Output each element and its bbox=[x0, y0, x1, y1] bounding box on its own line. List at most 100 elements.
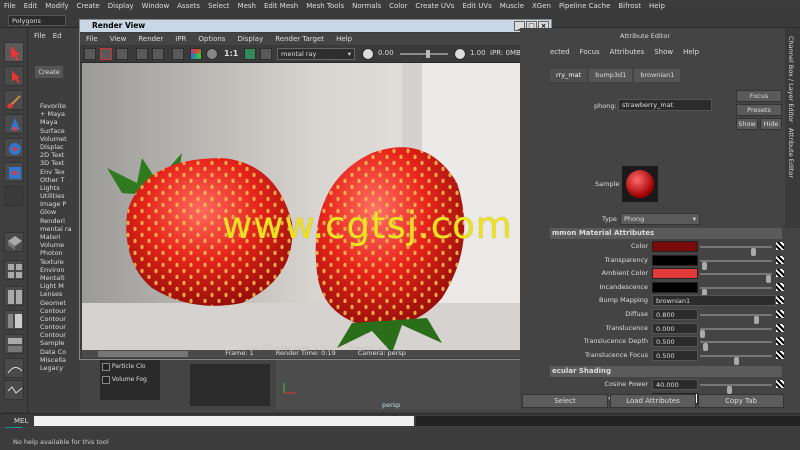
attr-slider[interactable] bbox=[700, 314, 772, 324]
ae-menu-item[interactable]: Attributes bbox=[610, 48, 645, 56]
type-dropdown[interactable]: Phong ▾ bbox=[620, 213, 700, 225]
timeline-layout-icon[interactable] bbox=[4, 380, 24, 400]
single-view-layout-icon[interactable] bbox=[4, 232, 24, 252]
tree-item[interactable]: Other T bbox=[40, 176, 80, 184]
map-texture-icon[interactable] bbox=[776, 269, 784, 278]
attr-value-field[interactable]: 0.800 bbox=[652, 309, 698, 320]
tree-item[interactable]: 2D Text bbox=[40, 151, 80, 159]
map-texture-icon[interactable] bbox=[776, 337, 784, 346]
rotate-tool-icon[interactable] bbox=[4, 138, 24, 158]
render-menu-item[interactable]: File bbox=[86, 33, 98, 45]
map-texture-icon[interactable] bbox=[776, 350, 784, 359]
render-view-window[interactable]: Render View _ □ × File View Render IPR Optio… bbox=[79, 19, 552, 360]
menu-item-edit[interactable]: Edit bbox=[24, 2, 38, 10]
attr-slider[interactable] bbox=[700, 286, 772, 297]
tree-item[interactable]: Surface bbox=[40, 127, 80, 135]
select-button[interactable]: Select bbox=[522, 394, 608, 408]
copy-tab-button[interactable]: Copy Tab bbox=[698, 394, 784, 408]
render-menu-item[interactable]: Display bbox=[237, 33, 263, 45]
tree-item[interactable]: Displac bbox=[40, 143, 80, 151]
hide-button[interactable]: Hide bbox=[760, 118, 782, 130]
slider-knob[interactable] bbox=[734, 356, 739, 365]
menu-item-bifrost[interactable]: Bifrost bbox=[618, 2, 641, 10]
tree-item[interactable]: 3D Text bbox=[40, 159, 80, 167]
attr-value-field[interactable]: brownian1 bbox=[652, 295, 776, 307]
menu-item-create[interactable]: Create bbox=[76, 2, 99, 10]
ae-menu-item[interactable]: Help bbox=[683, 48, 699, 56]
menu-item-mesh-tools[interactable]: Mesh Tools bbox=[306, 2, 344, 10]
focus-button[interactable]: Focus bbox=[736, 90, 782, 102]
color-swatch[interactable] bbox=[652, 254, 698, 266]
ae-menu-item[interactable]: Show bbox=[654, 48, 673, 56]
scale-tool-icon[interactable] bbox=[4, 162, 24, 182]
render-menu-item[interactable]: IPR bbox=[175, 33, 186, 45]
attr-slider[interactable] bbox=[700, 384, 772, 394]
render-menu-item[interactable]: Render Target bbox=[275, 33, 324, 45]
menu-item-display[interactable]: Display bbox=[108, 2, 134, 10]
menu-item-window[interactable]: Window bbox=[142, 2, 170, 10]
ae-tab[interactable]: brownian1 bbox=[634, 69, 681, 82]
menu-item-normals[interactable]: Normals bbox=[352, 2, 381, 10]
tree-item[interactable]: Env Tex bbox=[40, 168, 80, 176]
map-texture-icon[interactable] bbox=[776, 242, 784, 250]
attr-value-field[interactable]: 0.500 bbox=[652, 336, 698, 348]
exposure-value[interactable]: 0.00 bbox=[378, 49, 394, 57]
color-swatch[interactable] bbox=[652, 241, 698, 252]
attr-slider[interactable] bbox=[700, 327, 772, 338]
color-manage-icon[interactable] bbox=[244, 48, 256, 60]
graph-layout-icon[interactable] bbox=[4, 334, 24, 354]
ae-tab[interactable]: bump3d1 bbox=[589, 69, 633, 82]
tree-item[interactable]: Volume bbox=[40, 241, 80, 249]
tree-item[interactable]: Contour bbox=[40, 323, 80, 331]
attr-slider[interactable] bbox=[700, 354, 772, 365]
menu-item-assets[interactable]: Assets bbox=[177, 2, 200, 10]
render-settings-icon[interactable] bbox=[260, 48, 272, 60]
tree-item[interactable]: mental ra bbox=[40, 225, 80, 233]
map-texture-icon[interactable] bbox=[776, 255, 784, 264]
tab-attribute-editor[interactable]: Attribute Editor bbox=[787, 128, 795, 178]
render-menu-item[interactable]: Render bbox=[138, 33, 163, 45]
ae-menu-item[interactable]: ected bbox=[550, 48, 570, 56]
tree-item[interactable]: Texture bbox=[40, 258, 80, 266]
tree-item[interactable]: Sample bbox=[40, 339, 80, 347]
map-texture-icon[interactable] bbox=[776, 380, 784, 388]
ae-menu-item[interactable]: Focus bbox=[580, 48, 600, 56]
color-swatch[interactable] bbox=[652, 281, 698, 293]
create-tab[interactable]: Create bbox=[35, 66, 63, 78]
map-texture-icon[interactable] bbox=[776, 296, 784, 305]
four-view-layout-icon[interactable] bbox=[4, 260, 24, 280]
map-texture-icon[interactable] bbox=[776, 323, 784, 332]
section-specular-shading[interactable]: ecular Shading bbox=[550, 366, 782, 377]
attr-value-field[interactable]: 0.000 bbox=[652, 322, 698, 334]
list-item[interactable]: Volume Fog bbox=[102, 374, 147, 385]
tree-item[interactable]: Environ bbox=[40, 266, 80, 274]
renderer-dropdown[interactable]: mental ray ▾ bbox=[277, 48, 355, 60]
ae-tab[interactable]: rry_mat bbox=[550, 69, 588, 82]
lasso-tool-icon[interactable] bbox=[4, 66, 24, 86]
tree-item[interactable]: Materi bbox=[40, 233, 80, 241]
tree-item[interactable]: Renderi bbox=[40, 217, 80, 225]
section-common-material[interactable]: mmon Material Attributes bbox=[550, 228, 782, 239]
mel-label[interactable]: MEL bbox=[14, 417, 28, 425]
tree-item[interactable]: Lenses bbox=[40, 290, 80, 298]
presets-button[interactable]: Presets bbox=[736, 104, 782, 116]
material-sample-swatch[interactable] bbox=[622, 166, 658, 202]
ratio-label[interactable]: 1:1 bbox=[224, 49, 238, 58]
alpha-channel-icon[interactable] bbox=[206, 48, 218, 60]
tree-item[interactable]: Mentalt bbox=[40, 274, 80, 282]
load-attributes-button[interactable]: Load Attributes bbox=[610, 394, 696, 408]
render-view-titlebar[interactable]: Render View _ □ × bbox=[80, 20, 551, 32]
map-texture-icon[interactable] bbox=[776, 310, 784, 318]
menu-item-xgen[interactable]: XGen bbox=[532, 2, 551, 10]
node-name-field[interactable]: strawberry_mat bbox=[618, 99, 712, 111]
menu-item-modify[interactable]: Modify bbox=[45, 2, 68, 10]
menu-item-color[interactable]: Color bbox=[389, 2, 407, 10]
select-tool-icon[interactable] bbox=[4, 42, 24, 62]
tree-item[interactable]: + Maya bbox=[40, 110, 80, 118]
list-item[interactable]: Particle Clo bbox=[102, 361, 146, 372]
menu-item-help[interactable]: Help bbox=[649, 2, 665, 10]
menu-item-edit-mesh[interactable]: Edit Mesh bbox=[264, 2, 298, 10]
tree-item[interactable]: Maya bbox=[40, 118, 80, 126]
tree-item[interactable]: Lights bbox=[40, 184, 80, 192]
menu-item-edit-uvs[interactable]: Edit UVs bbox=[462, 2, 491, 10]
